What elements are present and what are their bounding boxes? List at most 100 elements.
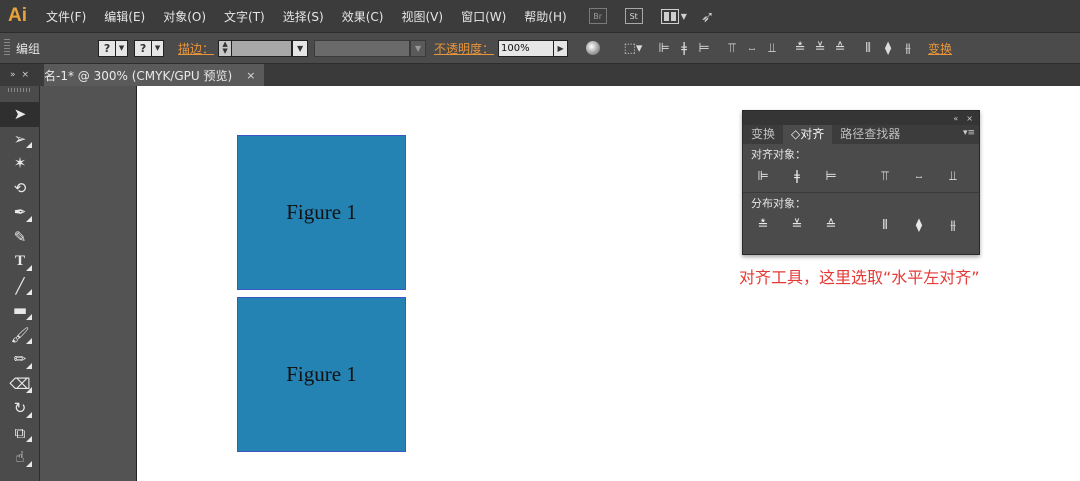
tools-panel-header: » × (0, 64, 44, 86)
control-bar: 编组 ? ▼ ? ▼ 描边： ▲ ▼ ▼ ▼ 不透明度： 100% ▶ ⬚▾ ⊫ … (0, 32, 1080, 64)
recolor-icon[interactable] (586, 41, 601, 55)
panel-titlebar[interactable]: « × (743, 111, 979, 125)
menu-help[interactable]: 帮助(H) (524, 8, 566, 25)
vertical-distribute-bottom-icon[interactable]: ≙ (821, 215, 841, 235)
menu-window[interactable]: 窗口(W) (461, 8, 506, 25)
bridge-button[interactable]: Br (588, 8, 607, 24)
pasteboard (41, 86, 136, 481)
panel-menu-icon[interactable]: ▾≡ (963, 128, 975, 138)
distribute-hcenter-icon[interactable]: ⧫ (878, 38, 898, 58)
distribute-objects-row: ≛ ≚ ≙ ⫴ ⧫ ⫵ (743, 213, 979, 237)
pencil-tool-icon[interactable]: ✏ (0, 347, 40, 372)
menu-bar: Ai 文件(F) 编辑(E) 对象(O) 文字(T) 选择(S) 效果(C) 视… (0, 0, 1080, 32)
scale-tool-icon[interactable]: ⧉ (0, 421, 40, 446)
collapse-panel-icon[interactable]: » (10, 70, 16, 80)
brush-field[interactable] (314, 39, 411, 57)
line-tool-icon[interactable]: ╱ (0, 274, 40, 299)
pen-tool-icon[interactable]: ✒ (0, 200, 40, 225)
fill-swatch[interactable]: ? (98, 39, 117, 57)
opacity-slider-button[interactable]: ▶ (554, 39, 569, 57)
distribute-top-icon[interactable]: ≛ (790, 38, 810, 58)
stroke-dropdown[interactable]: ▼ (152, 39, 165, 57)
panel-tabs: 变换 ◇对齐 路径查找器 ▾≡ (743, 125, 979, 144)
vertical-align-center-icon[interactable]: ⧿ (909, 166, 929, 186)
rotate-tool-icon[interactable]: ↻ (0, 396, 40, 421)
horizontal-align-left-icon[interactable]: ⊫ (753, 166, 773, 186)
document-tab[interactable]: 名-1* @ 300% (CMYK/GPU 预览) × (44, 64, 264, 86)
workspace-layout-icon[interactable] (660, 8, 679, 24)
menu-view[interactable]: 视图(V) (401, 8, 443, 25)
opacity-link[interactable]: 不透明度： (434, 40, 494, 57)
opacity-field[interactable]: 100% (498, 39, 555, 57)
figure-label: Figure 1 (286, 362, 357, 386)
vertical-distribute-top-icon[interactable]: ≛ (753, 215, 773, 235)
close-icon[interactable]: × (966, 114, 973, 123)
brush-dropdown[interactable]: ▼ (410, 39, 427, 57)
curvature-tool-icon[interactable]: ✎ (0, 225, 40, 250)
close-panel-icon[interactable]: × (22, 70, 30, 80)
eraser-tool-icon[interactable]: ⌫ (0, 372, 40, 397)
annotation-text: 对齐工具，这里选取“水平左对齐” (739, 268, 980, 287)
horizontal-align-right-icon[interactable]: ⊨ (821, 166, 841, 186)
collapse-panel-icon[interactable]: « (953, 114, 958, 123)
vertical-align-top-icon[interactable]: ⫪ (875, 166, 895, 186)
chevron-down-icon[interactable]: ▼ (681, 12, 687, 21)
stroke-weight-dropdown[interactable]: ▼ (292, 39, 309, 57)
stock-button[interactable]: St (624, 8, 643, 24)
lasso-tool-icon[interactable]: ⟲ (0, 176, 40, 201)
align-right-icon[interactable]: ⊨ (694, 38, 714, 58)
vertical-align-bottom-icon[interactable]: ⫫ (943, 166, 963, 186)
align-to-icon[interactable]: ⬚▾ (620, 38, 646, 58)
tools-panel: ➤ ➢ ✶ ⟲ ✒ ✎ T ╱ ▬ 🖌 ✏ ⌫ ↻ ⧉ ☝ (0, 86, 40, 481)
vertical-distribute-center-icon[interactable]: ≚ (787, 215, 807, 235)
menu-object[interactable]: 对象(O) (163, 8, 206, 25)
align-left-icon[interactable]: ⊫ (654, 38, 674, 58)
figure-box[interactable]: Figure 1 (237, 297, 406, 452)
panel-grip[interactable] (4, 39, 10, 57)
align-hcenter-icon[interactable]: ǂ (674, 38, 694, 58)
tab-transform[interactable]: 变换 (743, 125, 783, 144)
tab-align[interactable]: ◇对齐 (783, 125, 833, 144)
horizontal-distribute-right-icon[interactable]: ⫵ (943, 215, 963, 235)
horizontal-align-center-icon[interactable]: ǂ (787, 166, 807, 186)
transform-link[interactable]: 变换 (928, 40, 952, 57)
document-tab-title: 名-1* @ 300% (CMYK/GPU 预览) (44, 68, 233, 83)
menu-effect[interactable]: 效果(C) (342, 8, 384, 25)
align-objects-row: ⊫ ǂ ⊨ ⫪ ⧿ ⫫ (743, 164, 979, 188)
align-panel: « × 变换 ◇对齐 路径查找器 ▾≡ 对齐对象： ⊫ ǂ ⊨ ⫪ ⧿ ⫫ 分布… (742, 110, 980, 255)
menu-type[interactable]: 文字(T) (224, 8, 265, 25)
tools-grip[interactable] (8, 88, 31, 92)
paintbrush-tool-icon[interactable]: 🖌 (0, 323, 40, 348)
menu-file[interactable]: 文件(F) (46, 8, 86, 25)
gpu-feather-icon[interactable]: ➶ (701, 7, 714, 26)
menu-select[interactable]: 选择(S) (283, 8, 324, 25)
stroke-weight-field[interactable] (232, 39, 293, 57)
stroke-swatch[interactable]: ? (134, 39, 153, 57)
align-bottom-icon[interactable]: ⫫ (762, 38, 782, 58)
distribute-left-icon[interactable]: ⫴ (858, 38, 878, 58)
menu-edit[interactable]: 编辑(E) (104, 8, 145, 25)
magic-wand-tool-icon[interactable]: ✶ (0, 151, 40, 176)
type-tool-icon[interactable]: T (0, 249, 40, 274)
distribute-bottom-icon[interactable]: ≙ (830, 38, 850, 58)
selection-tool-icon[interactable]: ➤ (0, 102, 40, 127)
direct-selection-tool-icon[interactable]: ➢ (0, 127, 40, 152)
figure-box[interactable]: Figure 1 (237, 135, 406, 290)
distribute-vcenter-icon[interactable]: ≚ (810, 38, 830, 58)
fill-dropdown[interactable]: ▼ (116, 39, 129, 57)
align-vcenter-icon[interactable]: ⧿ (742, 38, 762, 58)
align-top-icon[interactable]: ⫪ (722, 38, 742, 58)
distribute-right-icon[interactable]: ⫵ (898, 38, 918, 58)
stroke-weight-spinner[interactable]: ▲ ▼ (218, 39, 233, 57)
figure-label: Figure 1 (286, 200, 357, 224)
panel-divider (743, 192, 979, 193)
tab-pathfinder[interactable]: 路径查找器 (832, 125, 908, 144)
horizontal-distribute-center-icon[interactable]: ⧫ (909, 215, 929, 235)
stroke-link[interactable]: 描边： (178, 40, 214, 57)
document-tab-strip: » × 名-1* @ 300% (CMYK/GPU 预览) × (0, 64, 1080, 86)
rectangle-tool-icon[interactable]: ▬ (0, 298, 40, 323)
horizontal-distribute-left-icon[interactable]: ⫴ (875, 215, 895, 235)
app-logo: Ai (8, 5, 27, 26)
puppet-warp-tool-icon[interactable]: ☝ (0, 445, 40, 470)
document-close-icon[interactable]: × (246, 69, 255, 82)
